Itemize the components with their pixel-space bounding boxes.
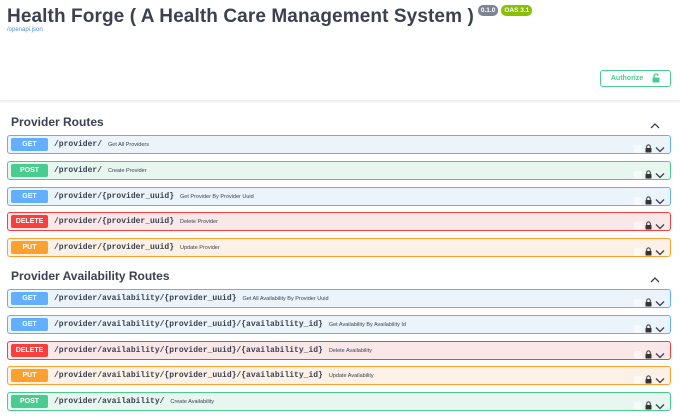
api-header: Health Forge ( A Health Care Management … [7,5,533,29]
copy-icon[interactable] [634,402,642,410]
operation-summary: Update Availability [328,372,374,379]
lock-icon[interactable] [645,320,652,338]
operation-summary: Get All Providers [108,141,149,148]
lock-icon[interactable] [645,243,652,261]
copy-icon[interactable] [634,248,642,256]
chevron-down-icon[interactable] [655,140,665,158]
operation-delete-availability[interactable]: DELETE /provider/availability/{provider_… [7,341,671,360]
operation-summary: Create Availability [170,398,215,405]
method-badge: DELETE [11,215,48,228]
operation-update-provider[interactable]: PUT /provider/{provider_uuid} Update Pro… [7,238,671,257]
lock-icon[interactable] [645,217,652,235]
operation-get-all-availability[interactable]: GET /provider/availability/{provider_uui… [7,289,671,308]
section-provider-availability-routes[interactable]: Provider Availability Routes [11,267,672,283]
copy-icon[interactable] [634,351,642,359]
copy-icon[interactable] [634,222,642,230]
operation-summary: Get All Availability By Provider Uuid [242,295,329,302]
method-badge: PUT [11,241,48,254]
method-badge: GET [11,138,48,151]
copy-icon[interactable] [634,325,642,333]
lock-icon[interactable] [645,192,652,210]
operation-path: /provider/{provider_uuid} [54,192,175,201]
authorize-button[interactable]: Authorize [600,70,671,87]
chevron-up-icon[interactable] [650,270,660,288]
version-badge: 0.1.0 [477,5,499,16]
chevron-down-icon[interactable] [655,217,665,235]
copy-icon[interactable] [634,171,642,179]
copy-icon[interactable] [634,145,642,153]
method-badge: POST [11,395,48,408]
lock-icon[interactable] [645,140,652,158]
lock-icon[interactable] [645,397,652,415]
copy-icon[interactable] [634,299,642,307]
section-provider-routes[interactable]: Provider Routes [11,113,672,129]
auth-bar: Authorize [0,60,680,101]
operation-path: /provider/ [54,166,103,175]
operation-path: /provider/availability/{provider_uuid}/{… [54,371,323,380]
lock-icon[interactable] [645,294,652,312]
openapi-json-link[interactable]: /openapi.json [7,27,43,33]
operation-create-provider[interactable]: POST /provider/ Create Provider [7,161,671,180]
operation-summary: Get Availability By Availability Id [328,321,406,328]
operation-get-availability-by-id[interactable]: GET /provider/availability/{provider_uui… [7,315,671,334]
operation-path: /provider/{provider_uuid} [54,217,175,226]
operation-create-availability[interactable]: POST /provider/availability/ Create Avai… [7,392,671,411]
operation-summary: Delete Availability [328,347,372,354]
chevron-down-icon[interactable] [655,294,665,312]
oas-badge: OAS 3.1 [501,5,533,16]
page-title: Health Forge ( A Health Care Management … [7,6,474,27]
lock-icon[interactable] [645,371,652,389]
operation-summary: Create Provider [108,167,147,174]
chevron-down-icon[interactable] [655,192,665,210]
method-badge: GET [11,292,48,305]
operation-delete-provider[interactable]: DELETE /provider/{provider_uuid} Delete … [7,212,671,231]
chevron-down-icon[interactable] [655,320,665,338]
method-badge: GET [11,190,48,203]
lock-icon[interactable] [645,166,652,184]
operation-update-availability[interactable]: PUT /provider/availability/{provider_uui… [7,366,671,385]
operation-path: /provider/availability/{provider_uuid} [54,294,237,303]
unlock-icon [652,70,660,88]
operation-path: /provider/availability/ [54,397,165,406]
copy-icon[interactable] [634,197,642,205]
operation-get-provider-by-uuid[interactable]: GET /provider/{provider_uuid} Get Provid… [7,187,671,206]
section-title: Provider Routes [11,115,104,129]
method-badge: DELETE [11,344,48,357]
operation-path: /provider/availability/{provider_uuid}/{… [54,346,323,355]
operation-summary: Get Provider By Provider Uuid [180,193,254,200]
method-badge: PUT [11,369,48,382]
operation-path: /provider/ [54,140,103,149]
section-title: Provider Availability Routes [11,269,170,283]
lock-icon[interactable] [645,346,652,364]
method-badge: GET [11,318,48,331]
chevron-down-icon[interactable] [655,371,665,389]
copy-icon[interactable] [634,376,642,384]
chevron-down-icon[interactable] [655,243,665,261]
operation-path: /provider/availability/{provider_uuid}/{… [54,320,323,329]
chevron-up-icon[interactable] [650,116,660,134]
authorize-label: Authorize [610,75,644,82]
chevron-down-icon[interactable] [655,166,665,184]
operation-get-providers[interactable]: GET /provider/ Get All Providers [7,135,671,154]
operation-summary: Update Provider [180,244,220,251]
operation-path: /provider/{provider_uuid} [54,243,175,252]
operation-summary: Delete Provider [180,218,218,225]
method-badge: POST [11,164,48,177]
chevron-down-icon[interactable] [655,346,665,364]
chevron-down-icon[interactable] [655,397,665,415]
